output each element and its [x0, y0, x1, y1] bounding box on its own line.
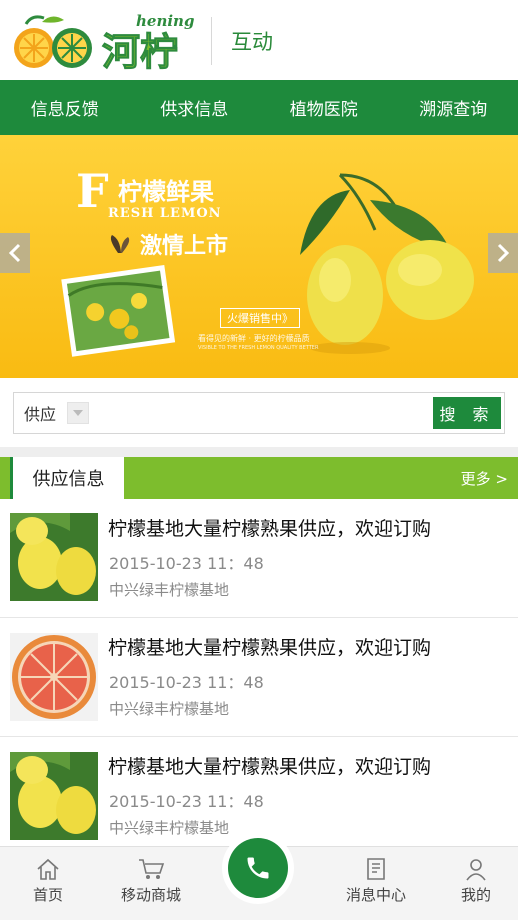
nav-item-feedback[interactable]: 信息反馈	[0, 80, 130, 135]
search-input[interactable]	[96, 399, 436, 427]
search-type-select[interactable]: 供应	[24, 401, 56, 425]
lemons-image	[10, 513, 98, 601]
item-title[interactable]: 柠檬基地大量柠檬熟果供应，欢迎订购	[108, 514, 431, 541]
call-button[interactable]	[228, 838, 288, 898]
message-icon	[367, 858, 385, 880]
tab-mall[interactable]: 移动商城	[106, 847, 196, 920]
header: hening 河柠 互动	[0, 0, 518, 80]
item-source: 中兴绿丰柠檬基地	[109, 819, 230, 837]
page: hening 河柠 互动 信息反馈 供求信息 植物医院 溯源查询 F 柠檬鲜果 …	[0, 0, 518, 920]
search-bar: 供应 搜 索	[13, 392, 505, 434]
item-source: 中兴绿丰柠檬基地	[109, 581, 230, 599]
tab-home-label: 首页	[32, 886, 63, 904]
section-divider	[0, 447, 518, 457]
chevron-down-icon[interactable]	[67, 402, 89, 424]
cart-icon	[139, 859, 165, 879]
tab-home[interactable]: 首页	[3, 847, 93, 920]
svg-text:hening: hening	[136, 12, 194, 30]
page-title: 互动	[231, 30, 273, 54]
banner-small-en: VISIBLE TO THE FRESH LEMON QUALITY BETTE…	[198, 345, 319, 351]
user-icon	[466, 859, 486, 881]
banner-small-cn: 看得见的新鲜 · 更好的柠檬品质	[198, 334, 310, 343]
item-title[interactable]: 柠檬基地大量柠檬熟果供应，欢迎订购	[108, 633, 431, 660]
banner-badge[interactable]: 火爆销售中》	[220, 308, 300, 328]
svg-text:河柠: 河柠	[102, 30, 178, 72]
tab-mall-label: 移动商城	[120, 886, 181, 904]
tab-mine-label: 我的	[460, 886, 491, 904]
tab-messages-label: 消息中心	[345, 886, 406, 904]
item-source: 中兴绿丰柠檬基地	[109, 700, 230, 718]
more-link[interactable]: 更多 >	[461, 468, 508, 489]
tab-mine[interactable]: 我的	[431, 847, 518, 920]
phone-icon	[247, 857, 269, 879]
banner-prev-button[interactable]	[0, 233, 30, 273]
nav-item-traceability[interactable]: 溯源查询	[389, 80, 518, 135]
item-date: 2015-10-23 11：48	[109, 673, 264, 692]
supply-section-header: 供应信息 更多 >	[0, 457, 518, 499]
banner-subtitle-en: RESH LEMON	[108, 206, 222, 221]
header-divider	[211, 17, 212, 65]
nav-item-supply-demand[interactable]: 供求信息	[130, 80, 260, 135]
main-nav: 信息反馈 供求信息 植物医院 溯源查询	[0, 80, 518, 135]
chevron-left-icon	[8, 243, 21, 263]
item-date: 2015-10-23 11：48	[109, 554, 264, 573]
supply-heading: 供应信息	[10, 457, 124, 499]
chevron-right-icon	[497, 243, 510, 263]
search-button[interactable]: 搜 索	[433, 397, 501, 429]
list-item[interactable]: 柠檬基地大量柠檬熟果供应，欢迎订购 2015-10-23 11：48 中兴绿丰柠…	[0, 500, 518, 618]
home-icon	[37, 858, 59, 880]
item-title[interactable]: 柠檬基地大量柠檬熟果供应，欢迎订购	[108, 752, 431, 779]
banner-letter: F	[76, 164, 109, 218]
item-date: 2015-10-23 11：48	[109, 792, 264, 811]
grapefruit-image	[10, 633, 98, 721]
banner-title: 柠檬鲜果	[118, 178, 214, 206]
lemons-image	[10, 752, 98, 840]
hening-logo[interactable]: hening 河柠	[12, 10, 202, 72]
tab-messages[interactable]: 消息中心	[331, 847, 421, 920]
banner-next-button[interactable]	[488, 233, 518, 273]
list-item[interactable]: 柠檬基地大量柠檬熟果供应，欢迎订购 2015-10-23 11：48 中兴绿丰柠…	[0, 619, 518, 737]
butterfly-icon	[110, 235, 130, 253]
nav-item-plant-hospital[interactable]: 植物医院	[259, 80, 389, 135]
banner-slogan: 激情上市	[140, 234, 229, 259]
